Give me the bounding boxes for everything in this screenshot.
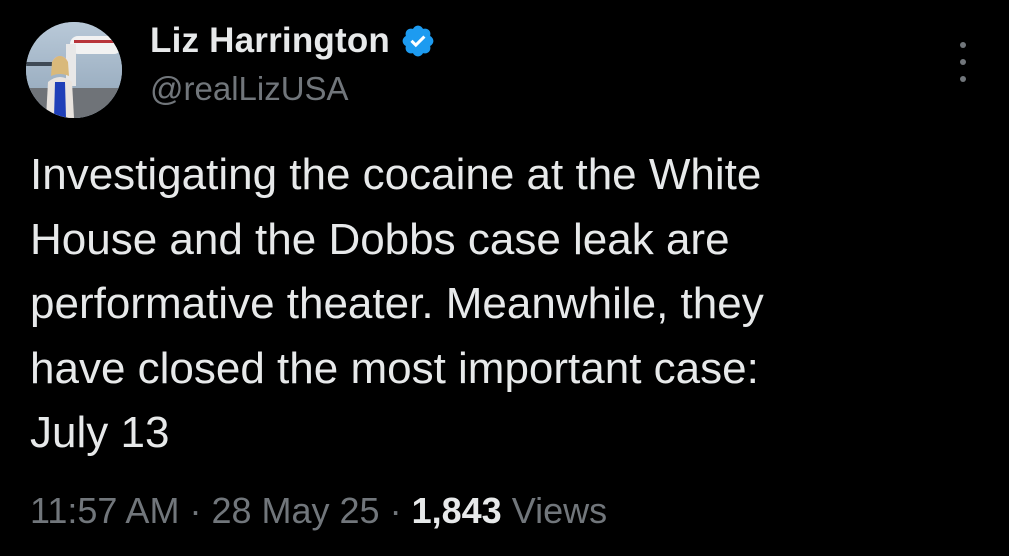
more-dot <box>960 42 966 48</box>
views-label: Views <box>511 490 608 531</box>
tweet[interactable]: Liz Harrington @realLizUSA Investigating… <box>0 0 1009 556</box>
handle[interactable]: @realLizUSA <box>150 70 349 108</box>
author-name-row[interactable]: Liz Harrington <box>150 18 436 64</box>
avatar-photo <box>26 22 122 118</box>
tweet-time[interactable]: 11:57 AM <box>30 490 179 531</box>
verified-badge-icon <box>400 23 436 59</box>
tweet-date[interactable]: 28 May 25 <box>211 490 379 531</box>
display-name[interactable]: Liz Harrington <box>150 21 390 61</box>
tweet-meta: 11:57 AM · 28 May 25 · 1,843 Views <box>30 490 607 532</box>
tweet-text: Investigating the cocaine at the White H… <box>30 150 764 458</box>
avatar[interactable] <box>26 22 122 118</box>
meta-separator: · <box>389 490 402 531</box>
more-dot <box>960 76 966 82</box>
meta-separator: · <box>189 490 202 531</box>
more-options-icon[interactable] <box>952 42 974 82</box>
more-dot <box>960 59 966 65</box>
views-count: 1,843 <box>411 490 502 531</box>
